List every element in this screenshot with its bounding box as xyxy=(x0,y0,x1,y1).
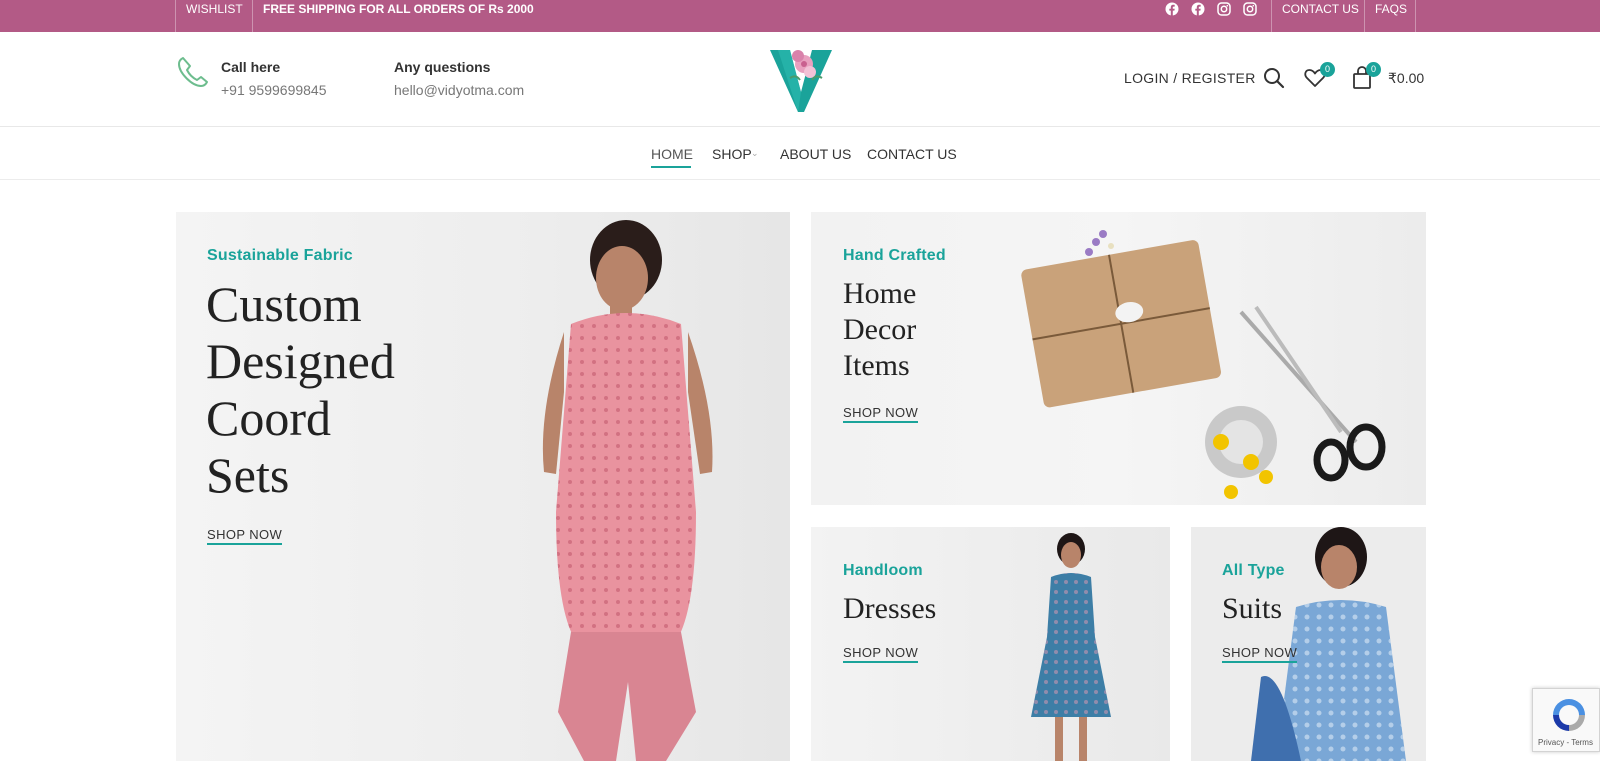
banner-title: Custom Designed Coord Sets xyxy=(206,276,395,504)
facebook-icon[interactable] xyxy=(1165,2,1179,16)
questions-title: Any questions xyxy=(394,59,491,75)
top-bar: WISHLIST FREE SHIPPING FOR ALL ORDERS OF… xyxy=(0,0,1600,32)
site-logo[interactable] xyxy=(768,42,834,114)
divider xyxy=(1415,0,1416,32)
nav-home[interactable]: HOME xyxy=(651,146,693,162)
banner-title-line: Designed xyxy=(206,333,395,389)
nav-about-us[interactable]: ABOUT US xyxy=(780,146,851,162)
banner-title-line: Items xyxy=(843,349,910,382)
topbar-contact-link[interactable]: CONTACT US xyxy=(1282,0,1359,32)
banner-title-line: Sets xyxy=(206,447,290,503)
call-title: Call here xyxy=(221,59,281,75)
questions-email[interactable]: hello@vidyotma.com xyxy=(394,82,524,98)
recaptcha-icon xyxy=(1553,699,1585,731)
divider xyxy=(1364,0,1365,32)
cart-count-badge: 0 xyxy=(1366,62,1381,77)
phone-icon xyxy=(178,57,208,87)
main-nav: HOME SHOP ⌄ ABOUT US CONTACT US xyxy=(0,127,1600,180)
banner-title-line: Decor xyxy=(843,313,917,346)
login-register-link[interactable]: LOGIN / REGISTER xyxy=(1124,70,1256,86)
banner-dresses[interactable]: Handloom Dresses SHOP NOW xyxy=(811,527,1170,761)
divider xyxy=(252,0,253,32)
wishlist-count-badge: 0 xyxy=(1320,62,1335,77)
shipping-notice: FREE SHIPPING FOR ALL ORDERS OF Rs 2000 xyxy=(263,2,534,16)
gift-box-image xyxy=(1021,230,1386,499)
divider xyxy=(1271,0,1272,32)
shop-now-link[interactable]: SHOP NOW xyxy=(843,405,919,423)
active-indicator xyxy=(651,166,691,168)
banner-title-line: Home xyxy=(843,277,917,310)
recaptcha-badge[interactable]: Privacy - Terms xyxy=(1532,688,1600,752)
faqs-link[interactable]: FAQS xyxy=(1375,0,1407,32)
wishlist-link[interactable]: WISHLIST xyxy=(186,0,243,32)
banner-home-decor[interactable]: Hand Crafted Home Decor Items SHOP NOW xyxy=(811,212,1426,505)
shop-now-link[interactable]: SHOP NOW xyxy=(1222,645,1298,663)
banner-title: Suits xyxy=(1222,592,1283,625)
banner-eyebrow: All Type xyxy=(1222,562,1285,579)
cart-total[interactable]: ₹0.00 xyxy=(1388,70,1424,87)
banner-title: Home Decor Items xyxy=(843,276,916,384)
call-number[interactable]: +91 9599699845 xyxy=(221,82,327,98)
search-icon[interactable] xyxy=(1263,67,1285,89)
banner-eyebrow: Hand Crafted xyxy=(843,247,946,264)
banner-title-line: Custom xyxy=(206,276,362,332)
banner-eyebrow: Handloom xyxy=(843,562,923,579)
banner-title-line: Coord xyxy=(206,390,331,446)
shop-now-link[interactable]: SHOP NOW xyxy=(843,645,919,663)
banner-suits[interactable]: All Type Suits SHOP NOW xyxy=(1191,527,1426,761)
chevron-down-icon: ⌄ xyxy=(751,148,759,158)
divider xyxy=(175,0,176,32)
model-image xyxy=(542,220,713,761)
shop-now-link[interactable]: SHOP NOW xyxy=(207,527,283,545)
nav-contact-us[interactable]: CONTACT US xyxy=(867,146,957,162)
banner-title: Dresses xyxy=(843,592,937,625)
dress-model-image xyxy=(1031,533,1111,761)
banner-eyebrow: Sustainable Fabric xyxy=(207,247,353,264)
banner-coord-sets[interactable]: Sustainable Fabric Custom Designed Coord… xyxy=(176,212,790,761)
instagram-icon[interactable] xyxy=(1217,2,1231,16)
site-header: Call here +91 9599699845 Any questions h… xyxy=(0,32,1600,127)
instagram-icon[interactable] xyxy=(1243,2,1257,16)
facebook-icon[interactable] xyxy=(1191,2,1205,16)
nav-shop[interactable]: SHOP xyxy=(712,146,752,162)
recaptcha-terms[interactable]: Privacy - Terms xyxy=(1538,738,1593,747)
